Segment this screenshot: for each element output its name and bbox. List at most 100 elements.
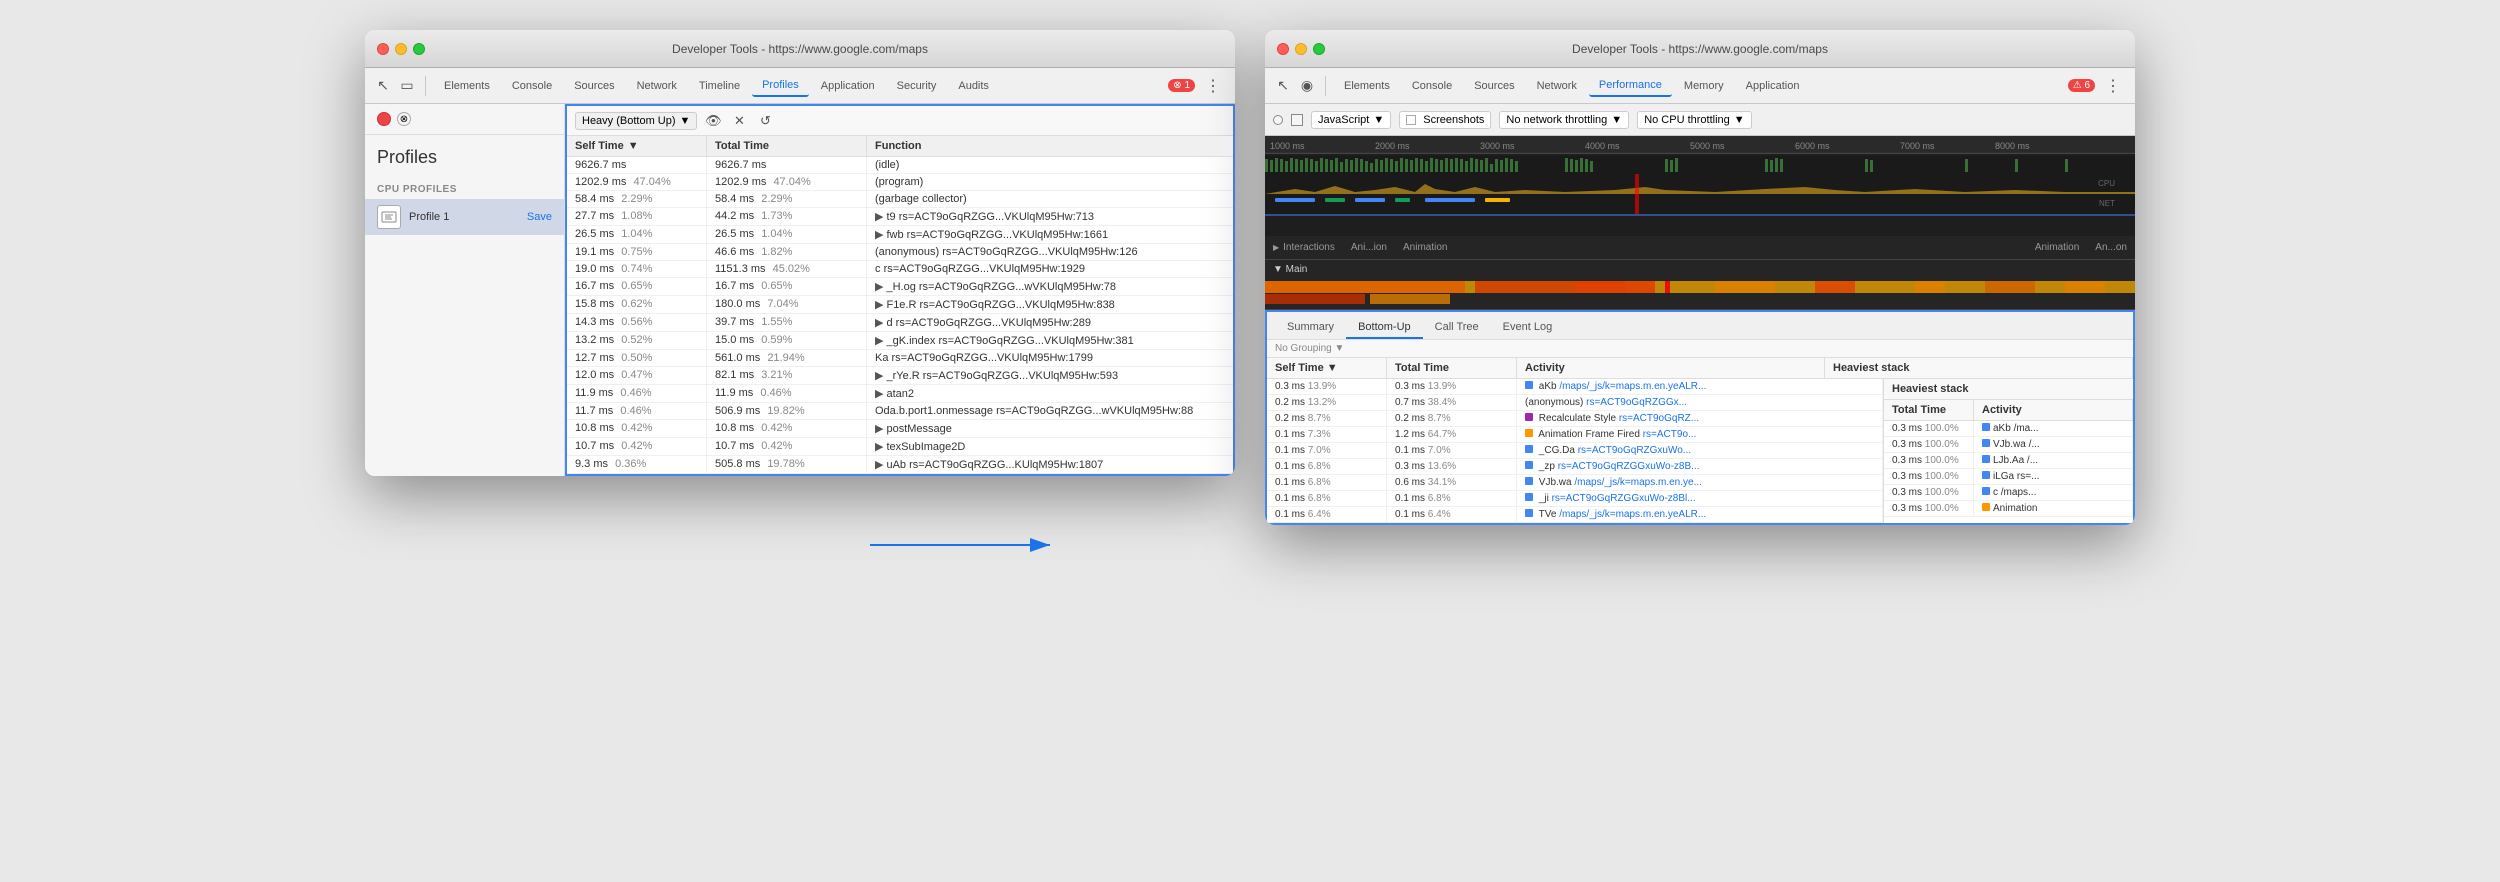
left-toolbar: ↖ ▭ Elements Console Sources Network Tim… (365, 68, 1235, 104)
toolbar-separator-right (1325, 76, 1326, 96)
pointer-icon-right[interactable]: ↖ (1273, 76, 1293, 96)
more-menu-button[interactable]: ⋮ (1199, 74, 1227, 98)
tab-application-right[interactable]: Application (1736, 76, 1810, 96)
main-section-label[interactable]: ▼ Main (1265, 260, 2135, 279)
tab-performance[interactable]: Performance (1589, 75, 1672, 97)
animation-item-2[interactable]: Animation (2035, 242, 2079, 253)
interactions-item[interactable]: ▶ Interactions (1273, 242, 1335, 253)
bottom-table-row: 0.1 ms 6.8% 0.1 ms 6.8% _ji rs=ACT9oGqRZ… (1267, 491, 1883, 507)
profiler-main: Heavy (Bottom Up) ▼ 👁 ✕ ↺ Self Time ▼ To… (565, 104, 1235, 476)
minimize-button[interactable] (395, 43, 407, 55)
function-cell: (garbage collector) (867, 191, 1233, 207)
close-button-right[interactable] (1277, 43, 1289, 55)
bottom-table-row: 0.1 ms 7.0% 0.1 ms 7.0% _CG.Da rs=ACT9oG… (1267, 443, 1883, 459)
total-time-cell: 1202.9 ms 47.04% (707, 174, 867, 190)
table-row: 12.7 ms 0.50% 561.0 ms 21.94% Ka rs=ACT9… (567, 350, 1233, 367)
bottom-table-row: 0.1 ms 6.8% 0.3 ms 13.6% _zp rs=ACT9oGqR… (1267, 459, 1883, 475)
record-btn-right[interactable] (1273, 115, 1283, 125)
total-time-cell: 58.4 ms 2.29% (707, 191, 867, 207)
event-log-tab[interactable]: Event Log (1491, 317, 1565, 339)
activity-col[interactable]: Activity (1517, 358, 1825, 378)
hs-total-time[interactable]: Total Time (1884, 400, 1974, 420)
error-badge: ⊗ 1 (1168, 79, 1195, 92)
hs-row: 0.3 ms 100.0% c /maps... (1884, 485, 2133, 501)
bottom-table-header: Self Time ▼ Total Time Activity Heaviest… (1267, 358, 2133, 379)
right-title-bar: Developer Tools - https://www.google.com… (1265, 30, 2135, 68)
tab-audits[interactable]: Audits (948, 76, 999, 96)
svg-text:7000 ms: 7000 ms (1900, 141, 1935, 151)
maximize-button[interactable] (413, 43, 425, 55)
self-time-col[interactable]: Self Time ▼ (1267, 358, 1387, 378)
clear-icon[interactable]: ✕ (729, 111, 749, 131)
hs-row: 0.3 ms 100.0% VJb.wa /... (1884, 437, 2133, 453)
total-time-header[interactable]: Total Time (707, 136, 867, 156)
left-window-title: Developer Tools - https://www.google.com… (672, 42, 928, 56)
profile-1-item[interactable]: Profile 1 Save (365, 199, 564, 235)
minimize-button-right[interactable] (1295, 43, 1307, 55)
table-row: 26.5 ms 1.04% 26.5 ms 1.04% ▶fwb rs=ACT9… (567, 226, 1233, 244)
tab-timeline[interactable]: Timeline (689, 76, 750, 96)
bottom-content: 0.3 ms 13.9% 0.3 ms 13.9% aKb /maps/_js/… (1267, 379, 2133, 523)
tab-network[interactable]: Network (627, 76, 687, 96)
close-button[interactable] (377, 43, 389, 55)
hs-activity[interactable]: Activity (1974, 400, 2133, 420)
svg-text:8000 ms: 8000 ms (1995, 141, 2030, 151)
cpu-throttle-select[interactable]: No CPU throttling ▼ (1637, 111, 1751, 129)
bottom-up-tab[interactable]: Bottom-Up (1346, 317, 1423, 339)
hs-row: 0.3 ms 100.0% aKb /ma... (1884, 421, 2133, 437)
profile-icon (377, 205, 401, 229)
js-select[interactable]: JavaScript ▼ (1311, 111, 1391, 129)
animation-item[interactable]: Animation (1403, 242, 1447, 253)
tab-sources-right[interactable]: Sources (1464, 76, 1524, 96)
tab-console[interactable]: Console (502, 76, 562, 96)
device-icon-right[interactable]: ◉ (1297, 76, 1317, 96)
traffic-lights (377, 43, 425, 55)
call-tree-tab[interactable]: Call Tree (1423, 317, 1491, 339)
tab-elements[interactable]: Elements (434, 76, 500, 96)
save-link[interactable]: Save (527, 211, 552, 223)
grouping-bar[interactable]: No Grouping ▼ (1267, 340, 2133, 358)
tab-sources[interactable]: Sources (564, 76, 624, 96)
table-row: 27.7 ms 1.08% 44.2 ms 1.73% ▶t9 rs=ACT9o… (567, 208, 1233, 226)
hs-row: 0.3 ms 100.0% LJb.Aa /... (1884, 453, 2133, 469)
stop-button[interactable]: ⊗ (397, 112, 411, 126)
tab-elements-right[interactable]: Elements (1334, 76, 1400, 96)
self-time-cell: 9626.7 ms (567, 157, 707, 173)
cpu-profiles-label: CPU PROFILES (365, 176, 564, 199)
pointer-icon[interactable]: ↖ (373, 76, 393, 96)
tab-application[interactable]: Application (811, 76, 885, 96)
eye-icon[interactable]: 👁 (703, 111, 723, 131)
svg-text:4000 ms: 4000 ms (1585, 141, 1620, 151)
table-row: 9.3 ms 0.36% 505.8 ms 19.78% ▶uAb rs=ACT… (567, 456, 1233, 474)
function-header[interactable]: Function (867, 136, 1233, 156)
tab-profiles[interactable]: Profiles (752, 75, 809, 97)
table-row: 9626.7 ms 9626.7 ms (idle) (567, 157, 1233, 174)
refresh-icon[interactable]: ↺ (755, 111, 775, 131)
screenshots-toggle[interactable]: Screenshots (1399, 111, 1491, 129)
profiler-toolbar: Heavy (Bottom Up) ▼ 👁 ✕ ↺ (567, 106, 1233, 136)
record-button[interactable] (377, 112, 391, 126)
anim-ion-item[interactable]: Ani...ion (1351, 242, 1387, 253)
summary-tab[interactable]: Summary (1275, 317, 1346, 339)
right-toolbar: ↖ ◉ Elements Console Sources Network Per… (1265, 68, 2135, 104)
maximize-button-right[interactable] (1313, 43, 1325, 55)
sidebar-profiles-title: Profiles (365, 135, 564, 176)
network-throttle-select[interactable]: No network throttling ▼ (1499, 111, 1629, 129)
timeline-viz[interactable]: 1000 ms 2000 ms 3000 ms 4000 ms 5000 ms … (1265, 136, 2135, 236)
table-header: Self Time ▼ Total Time Function (567, 136, 1233, 157)
tab-network-right[interactable]: Network (1527, 76, 1587, 96)
connecting-arrow (870, 530, 1070, 563)
total-time-col[interactable]: Total Time (1387, 358, 1517, 378)
perf-toolbar: JavaScript ▼ Screenshots No network thro… (1265, 104, 2135, 136)
self-time-header[interactable]: Self Time ▼ (567, 136, 707, 156)
tab-security[interactable]: Security (887, 76, 947, 96)
device-icon[interactable]: ▭ (397, 76, 417, 96)
more-menu-button-right[interactable]: ⋮ (2099, 74, 2127, 98)
reload-btn[interactable] (1291, 114, 1303, 126)
anon-item[interactable]: An...on (2095, 242, 2127, 253)
view-mode-select[interactable]: Heavy (Bottom Up) ▼ (575, 112, 697, 130)
bottom-table-row: 0.2 ms 8.7% 0.2 ms 8.7% Recalculate Styl… (1267, 411, 1883, 427)
tab-console-right[interactable]: Console (1402, 76, 1462, 96)
svg-text:6000 ms: 6000 ms (1795, 141, 1830, 151)
tab-memory[interactable]: Memory (1674, 76, 1734, 96)
